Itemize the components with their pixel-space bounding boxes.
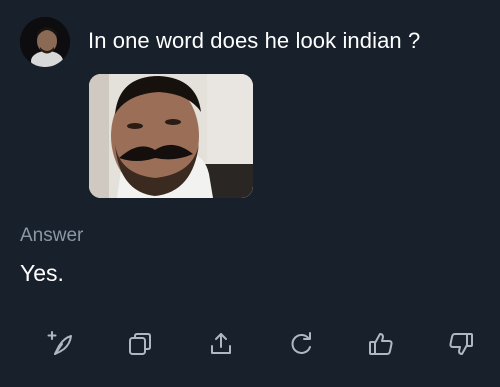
new-chat-button[interactable] (42, 326, 78, 362)
new-chat-icon (47, 331, 72, 355)
copy-button[interactable] (122, 326, 158, 362)
regenerate-button[interactable] (283, 326, 319, 362)
thumbs-down-icon (449, 333, 473, 355)
answer-text: Yes. (20, 260, 64, 286)
thumbs-down-button[interactable] (443, 326, 479, 362)
share-button[interactable] (203, 326, 239, 362)
attached-photo[interactable] (89, 74, 253, 198)
portrait-image (89, 74, 253, 198)
thumbs-up-button[interactable] (363, 326, 399, 362)
action-bar (0, 324, 500, 364)
chat-screen: In one word does he look indian ? Answer… (0, 0, 500, 387)
share-icon (211, 333, 231, 354)
question-text: In one word does he look indian ? (88, 28, 421, 53)
regenerate-icon (291, 332, 311, 354)
copy-icon (129, 333, 151, 355)
thumbs-up-icon (369, 333, 393, 355)
user-avatar[interactable] (20, 17, 70, 67)
avatar-image (20, 17, 70, 67)
answer-label: Answer (20, 225, 84, 246)
